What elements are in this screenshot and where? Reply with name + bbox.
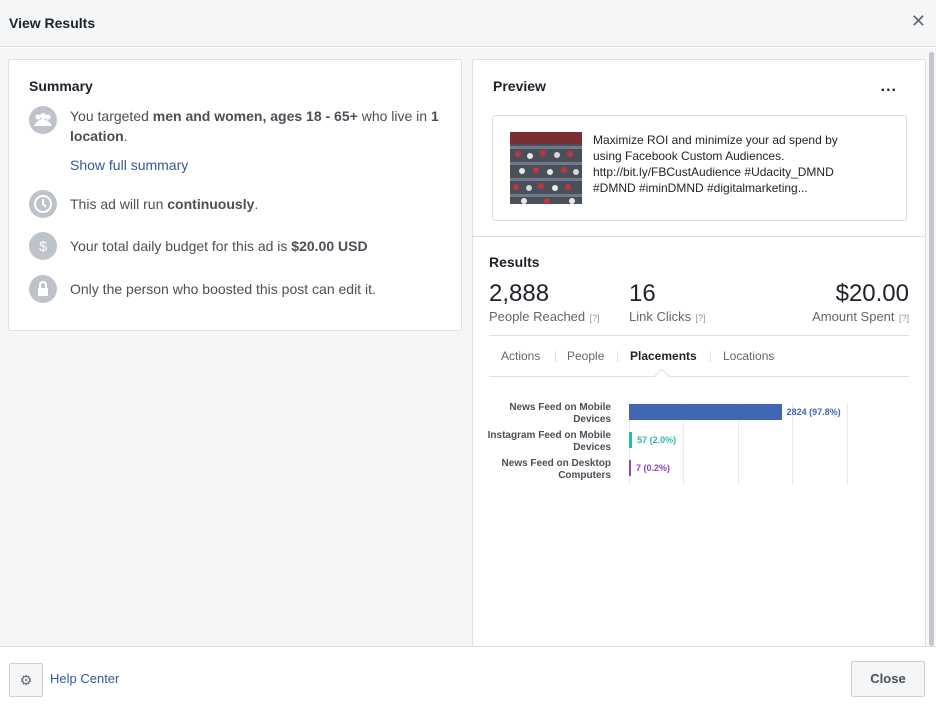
targeting-mid: who live in <box>357 108 431 124</box>
metric-value: 16 <box>629 280 656 307</box>
preview-card: Preview ... Maximize ROI and minimize yo… <box>472 59 926 237</box>
active-tab-caret <box>653 368 671 386</box>
metric-label: Link Clicks <box>629 309 692 324</box>
tab-placements[interactable]: Placements <box>630 349 697 363</box>
metric-people-reached: 2,888 People Reached [?] <box>489 280 600 326</box>
post-thumbnail <box>510 132 582 204</box>
preview-title: Preview <box>493 78 546 94</box>
data-label: 57 (2.0%) <box>637 435 677 445</box>
post-text: Maximize ROI and minimize your ad spend … <box>593 133 838 195</box>
help-tooltip-icon[interactable]: [?] <box>899 313 909 323</box>
close-button[interactable]: Close <box>851 661 925 697</box>
metric-value: $20.00 <box>835 280 909 307</box>
metric-link-clicks: 16 Link Clicks [?] <box>629 280 706 326</box>
summary-schedule: This ad will run continuously. <box>29 190 449 218</box>
permission-text: Only the person who boosted this post ca… <box>70 281 376 297</box>
more-options-icon[interactable]: ... <box>881 78 897 96</box>
scrollbar-thumb[interactable] <box>929 52 934 646</box>
data-label: 2824 (97.8%) <box>786 407 841 417</box>
category-label: News Feed on Desktop Computers <box>501 458 611 481</box>
summary-budget: $ Your total daily budget for this ad is… <box>29 232 449 260</box>
gridline <box>847 403 848 485</box>
metric-amount-spent: $20.00 Amount Spent [?] <box>812 280 909 326</box>
help-center-link[interactable]: Help Center <box>50 671 119 686</box>
summary-title: Summary <box>29 78 93 94</box>
help-tooltip-icon[interactable]: [?] <box>590 313 600 323</box>
show-full-summary-link[interactable]: Show full summary <box>70 157 188 173</box>
summary-targeting: You targeted men and women, ages 18 - 65… <box>29 106 449 146</box>
post-preview[interactable]: Maximize ROI and minimize your ad spend … <box>492 115 907 221</box>
dialog-title: View Results <box>9 15 96 31</box>
dollar-icon: $ <box>29 232 57 260</box>
data-label: 7 (0.2%) <box>636 463 671 473</box>
metric-label: People Reached <box>489 309 586 324</box>
budget-prefix: Your total daily budget for this ad is <box>70 238 292 254</box>
dialog-header: View Results ✕ <box>0 0 936 47</box>
bar[interactable] <box>629 460 631 476</box>
clock-icon <box>29 190 57 218</box>
results-title: Results <box>489 254 540 270</box>
scrollbar[interactable] <box>926 48 936 646</box>
category-label: News Feed on Mobile Devices <box>509 402 611 425</box>
schedule-value: continuously <box>167 196 255 212</box>
targeting-audience: men and women, ages 18 - 65+ <box>152 108 358 124</box>
lock-icon <box>29 275 57 303</box>
metric-label: Amount Spent <box>812 309 895 324</box>
dialog-footer: ⚙ Help Center Close <box>0 646 936 707</box>
tab-actions[interactable]: Actions <box>501 349 540 363</box>
schedule-suffix: . <box>254 196 259 212</box>
budget-value: $20.00 USD <box>291 238 368 254</box>
metric-value: 2,888 <box>489 280 550 307</box>
close-icon[interactable]: ✕ <box>911 12 926 30</box>
gear-icon[interactable]: ⚙ <box>9 663 43 697</box>
tabs-divider <box>489 376 909 377</box>
bar[interactable] <box>629 432 633 448</box>
dialog-body: Summary You targeted men and women, ages… <box>0 48 936 648</box>
targeting-prefix: You targeted <box>70 108 153 124</box>
placements-chart: News Feed on Mobile Devices 2824 (97.8%) I… <box>473 387 927 497</box>
category-label: Instagram Feed on Mobile Devices <box>487 430 611 453</box>
bar[interactable] <box>629 404 782 420</box>
summary-card: Summary You targeted men and women, ages… <box>8 59 462 331</box>
help-tooltip-icon[interactable]: [?] <box>696 313 706 323</box>
targeting-suffix: . <box>123 128 128 144</box>
tab-locations[interactable]: Locations <box>723 349 774 363</box>
results-card: Results 2,888 People Reached [?] 16 Link… <box>472 236 926 648</box>
summary-permission: Only the person who boosted this post ca… <box>29 275 449 303</box>
schedule-prefix: This ad will run <box>70 196 168 212</box>
people-icon <box>29 106 57 134</box>
tab-people[interactable]: People <box>567 349 604 363</box>
metrics-divider <box>489 335 909 336</box>
